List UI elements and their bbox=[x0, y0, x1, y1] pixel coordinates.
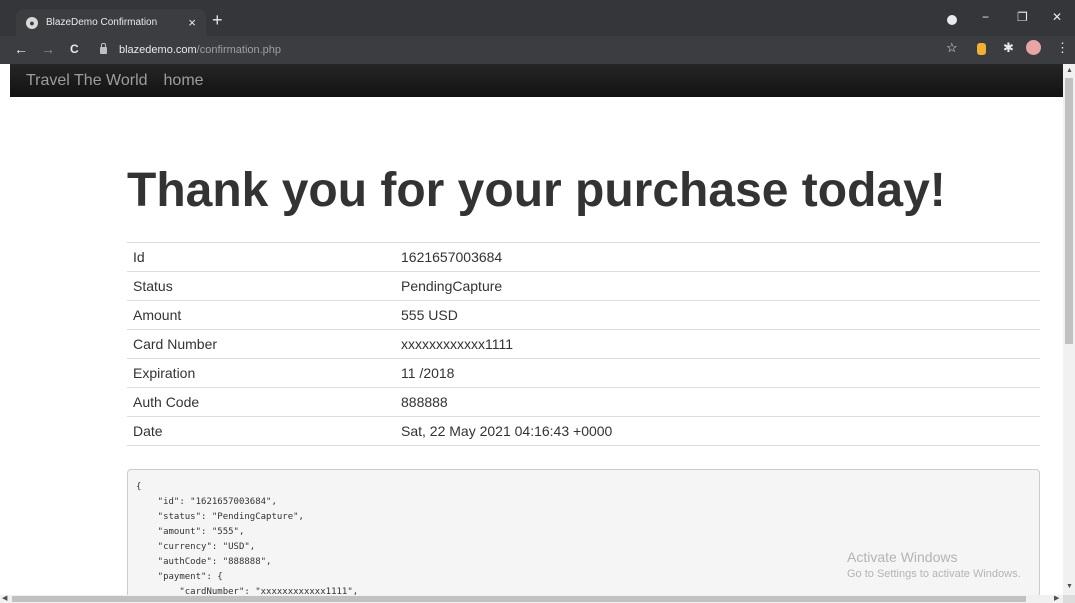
row-value: Sat, 22 May 2021 04:16:43 +0000 bbox=[395, 416, 1040, 446]
table-row: Date Sat, 22 May 2021 04:16:43 +0000 bbox=[127, 416, 1040, 446]
row-value: 11 /2018 bbox=[395, 358, 1040, 388]
browser-toolbar: ← → C blazedemo.com/confirmation.php ☆ ✱… bbox=[0, 36, 1075, 64]
watermark-subtitle: Go to Settings to activate Windows. bbox=[847, 568, 1021, 580]
table-row: Card Number xxxxxxxxxxxx1111 bbox=[127, 329, 1040, 359]
row-value: 555 USD bbox=[395, 300, 1040, 330]
address-bar[interactable]: blazedemo.com/confirmation.php bbox=[95, 39, 1065, 61]
navbar-brand[interactable]: Travel The World bbox=[26, 72, 148, 90]
close-window-icon[interactable]: ✕ bbox=[1052, 11, 1062, 23]
row-value: PendingCapture bbox=[395, 271, 1040, 301]
star-icon[interactable]: ☆ bbox=[946, 41, 958, 54]
scroll-up-icon[interactable]: ▲ bbox=[1066, 67, 1073, 74]
row-label: Id bbox=[127, 242, 395, 272]
horizontal-scrollbar[interactable]: ◀ ▶ bbox=[0, 595, 1063, 603]
vertical-scroll-thumb[interactable] bbox=[1065, 78, 1073, 344]
avatar-icon[interactable] bbox=[1026, 40, 1041, 55]
browser-tabstrip: ● BlazeDemo Confirmation × + − ❐ ✕ bbox=[0, 0, 1075, 36]
row-label: Auth Code bbox=[127, 387, 395, 417]
tab-close-icon[interactable]: × bbox=[188, 16, 196, 29]
tab-title: BlazeDemo Confirmation bbox=[46, 17, 158, 28]
browser-tab[interactable]: ● BlazeDemo Confirmation × bbox=[16, 9, 206, 36]
hand-extension-icon[interactable] bbox=[977, 43, 986, 55]
page-title: Thank you for your purchase today! bbox=[127, 164, 946, 217]
scroll-right-icon[interactable]: ▶ bbox=[1054, 595, 1059, 603]
globe-icon: ● bbox=[26, 16, 38, 29]
scroll-left-icon[interactable]: ◀ bbox=[2, 595, 7, 603]
table-row: Auth Code 888888 bbox=[127, 387, 1040, 417]
forward-icon[interactable]: → bbox=[41, 42, 55, 56]
confirmation-table: Id 1621657003684 Status PendingCapture Amo… bbox=[127, 242, 1040, 446]
activate-windows-watermark: Activate Windows Go to Settings to activ… bbox=[847, 549, 1021, 580]
scroll-down-icon[interactable]: ▼ bbox=[1066, 583, 1073, 590]
page-viewport: Travel The World home Thank you for your… bbox=[0, 64, 1063, 595]
nav-home-link[interactable]: home bbox=[164, 72, 204, 90]
table-row: Expiration 11 /2018 bbox=[127, 358, 1040, 388]
table-row: Id 1621657003684 bbox=[127, 242, 1040, 272]
profile-indicator-icon[interactable] bbox=[947, 15, 957, 25]
row-label: Status bbox=[127, 271, 395, 301]
table-row: Status PendingCapture bbox=[127, 271, 1040, 301]
lock-icon[interactable] bbox=[100, 42, 107, 54]
url-text[interactable]: blazedemo.com/confirmation.php bbox=[119, 44, 281, 56]
restore-icon[interactable]: ❐ bbox=[1017, 11, 1028, 23]
back-icon[interactable]: ← bbox=[14, 42, 28, 56]
row-label: Date bbox=[127, 416, 395, 446]
row-label: Expiration bbox=[127, 358, 395, 388]
row-value: xxxxxxxxxxxx1111 bbox=[395, 329, 1040, 359]
row-label: Amount bbox=[127, 300, 395, 330]
watermark-title: Activate Windows bbox=[847, 549, 958, 565]
new-tab-button[interactable]: + bbox=[212, 11, 223, 29]
site-navbar: Travel The World home bbox=[10, 64, 1063, 97]
row-value: 888888 bbox=[395, 387, 1040, 417]
reload-icon[interactable]: C bbox=[70, 43, 79, 55]
extension-icon[interactable]: ✱ bbox=[1003, 41, 1014, 54]
menu-icon[interactable]: ⋮ bbox=[1056, 41, 1069, 54]
minimize-icon[interactable]: − bbox=[982, 11, 989, 23]
row-label: Card Number bbox=[127, 329, 395, 359]
horizontal-scroll-thumb[interactable] bbox=[12, 596, 1026, 602]
row-value: 1621657003684 bbox=[395, 242, 1040, 272]
scrollbar-corner bbox=[1063, 595, 1075, 603]
table-row: Amount 555 USD bbox=[127, 300, 1040, 330]
vertical-scrollbar[interactable]: ▲ ▼ bbox=[1063, 64, 1075, 595]
